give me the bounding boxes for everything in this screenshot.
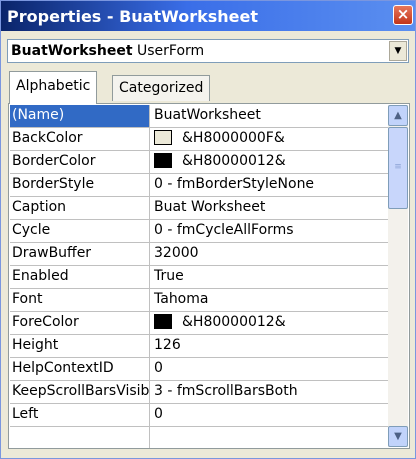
- property-value[interactable]: 0 - fmBorderStyleNone: [150, 174, 388, 196]
- property-value-text: 0 - fmCycleAllForms: [154, 222, 294, 238]
- color-swatch-icon: [154, 130, 172, 145]
- property-grid: (Name) BuatWorksheet BackColor &H8000000F& B…: [8, 103, 410, 449]
- property-value[interactable]: &H80000012&: [150, 151, 388, 173]
- property-value[interactable]: BuatWorksheet: [150, 105, 388, 127]
- property-value[interactable]: 126: [150, 335, 388, 357]
- property-value-text: 3 - fmScrollBarsBoth: [154, 383, 298, 399]
- property-value[interactable]: 0: [150, 404, 388, 426]
- property-row[interactable]: HelpContextID 0: [10, 358, 388, 381]
- property-value[interactable]: Tahoma: [150, 289, 388, 311]
- property-name[interactable]: BorderColor: [10, 151, 150, 173]
- property-value-text: 32000: [154, 245, 199, 261]
- property-value-text: 0 - fmBorderStyleNone: [154, 176, 315, 192]
- property-row[interactable]: (Name) BuatWorksheet: [10, 105, 388, 128]
- property-name[interactable]: Cycle: [10, 220, 150, 242]
- property-row[interactable]: Enabled True: [10, 266, 388, 289]
- property-value[interactable]: [150, 427, 388, 448]
- property-value-text: Tahoma: [154, 291, 209, 307]
- tab-alphabetic[interactable]: Alphabetic: [9, 71, 98, 104]
- property-name[interactable]: ForeColor: [10, 312, 150, 334]
- window-title: Properties - BuatWorksheet: [7, 7, 258, 26]
- property-row[interactable]: BorderColor &H80000012&: [10, 151, 388, 174]
- property-value[interactable]: 3 - fmScrollBarsBoth: [150, 381, 388, 403]
- property-list: (Name) BuatWorksheet BackColor &H8000000F& B…: [10, 105, 388, 448]
- close-icon[interactable]: ×: [393, 5, 413, 25]
- property-row[interactable]: BorderStyle 0 - fmBorderStyleNone: [10, 174, 388, 197]
- chevron-down-icon[interactable]: ▼: [389, 41, 407, 61]
- object-selector-value: BuatWorksheet UserForm: [11, 43, 204, 59]
- property-row[interactable]: ForeColor &H80000012&: [10, 312, 388, 335]
- property-row[interactable]: Height 126: [10, 335, 388, 358]
- scroll-down-icon[interactable]: ▼: [388, 426, 408, 447]
- object-type: UserForm: [137, 43, 205, 59]
- object-selector[interactable]: BuatWorksheet UserForm ▼: [7, 39, 409, 63]
- property-value[interactable]: Buat Worksheet: [150, 197, 388, 219]
- property-value-text: &H80000012&: [182, 153, 286, 169]
- property-value-text: 126: [154, 337, 181, 353]
- vertical-scrollbar[interactable]: ▲ ≡ ▼: [388, 105, 408, 447]
- color-swatch-icon: [154, 314, 172, 329]
- property-row[interactable]: Cycle 0 - fmCycleAllForms: [10, 220, 388, 243]
- property-value[interactable]: &H8000000F&: [150, 128, 388, 150]
- property-value-text: 0: [154, 406, 163, 422]
- property-value[interactable]: 0: [150, 358, 388, 380]
- object-name: BuatWorksheet: [11, 43, 133, 59]
- property-value[interactable]: 0 - fmCycleAllForms: [150, 220, 388, 242]
- properties-window: Properties - BuatWorksheet × BuatWorkshe…: [0, 0, 416, 459]
- property-value-text: Buat Worksheet: [154, 199, 266, 215]
- property-value[interactable]: 32000: [150, 243, 388, 265]
- property-name[interactable]: BorderStyle: [10, 174, 150, 196]
- property-value-text: BuatWorksheet: [154, 107, 261, 123]
- property-name[interactable]: Enabled: [10, 266, 150, 288]
- property-value-text: &H80000012&: [182, 314, 286, 330]
- property-name[interactable]: DrawBuffer: [10, 243, 150, 265]
- property-name[interactable]: Height: [10, 335, 150, 357]
- scroll-thumb[interactable]: ≡: [388, 127, 408, 209]
- property-value[interactable]: True: [150, 266, 388, 288]
- property-value-text: &H8000000F&: [182, 130, 285, 146]
- property-name[interactable]: Font: [10, 289, 150, 311]
- property-value[interactable]: &H80000012&: [150, 312, 388, 334]
- property-row[interactable]: KeepScrollBarsVisible 3 - fmScrollBarsBot…: [10, 381, 388, 404]
- property-name[interactable]: (Name): [10, 105, 150, 127]
- property-name[interactable]: [10, 427, 150, 448]
- property-row[interactable]: Font Tahoma: [10, 289, 388, 312]
- color-swatch-icon: [154, 153, 172, 168]
- title-bar[interactable]: Properties - BuatWorksheet ×: [1, 1, 415, 31]
- property-row[interactable]: DrawBuffer 32000: [10, 243, 388, 266]
- property-row[interactable]: Caption Buat Worksheet: [10, 197, 388, 220]
- property-value-text: 0: [154, 360, 163, 376]
- property-name[interactable]: HelpContextID: [10, 358, 150, 380]
- property-name[interactable]: Caption: [10, 197, 150, 219]
- scroll-up-icon[interactable]: ▲: [388, 105, 408, 126]
- property-row[interactable]: [10, 427, 388, 448]
- tab-categorized[interactable]: Categorized: [112, 75, 211, 101]
- property-row[interactable]: BackColor &H8000000F&: [10, 128, 388, 151]
- property-name[interactable]: Left: [10, 404, 150, 426]
- property-value-text: True: [154, 268, 184, 284]
- property-name[interactable]: BackColor: [10, 128, 150, 150]
- property-row[interactable]: Left 0: [10, 404, 388, 427]
- property-name[interactable]: KeepScrollBarsVisible: [10, 381, 150, 403]
